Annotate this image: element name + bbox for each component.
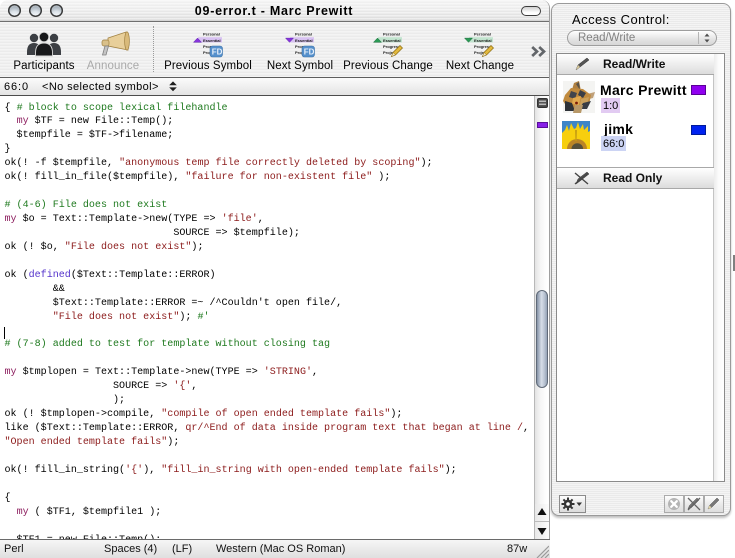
svg-text:Essential: Essential: [383, 38, 401, 43]
svg-text:Essential: Essential: [203, 38, 221, 43]
svg-text:Essential: Essential: [474, 38, 492, 43]
svg-text:Personal: Personal: [383, 32, 400, 37]
svg-text:Personal: Personal: [295, 32, 312, 37]
svg-text:Personal: Personal: [203, 32, 220, 37]
svg-text:Essential: Essential: [295, 38, 313, 43]
svg-text:FD: FD: [304, 48, 315, 57]
svg-text:FD: FD: [212, 48, 223, 57]
svg-text:Personal: Personal: [474, 32, 491, 37]
